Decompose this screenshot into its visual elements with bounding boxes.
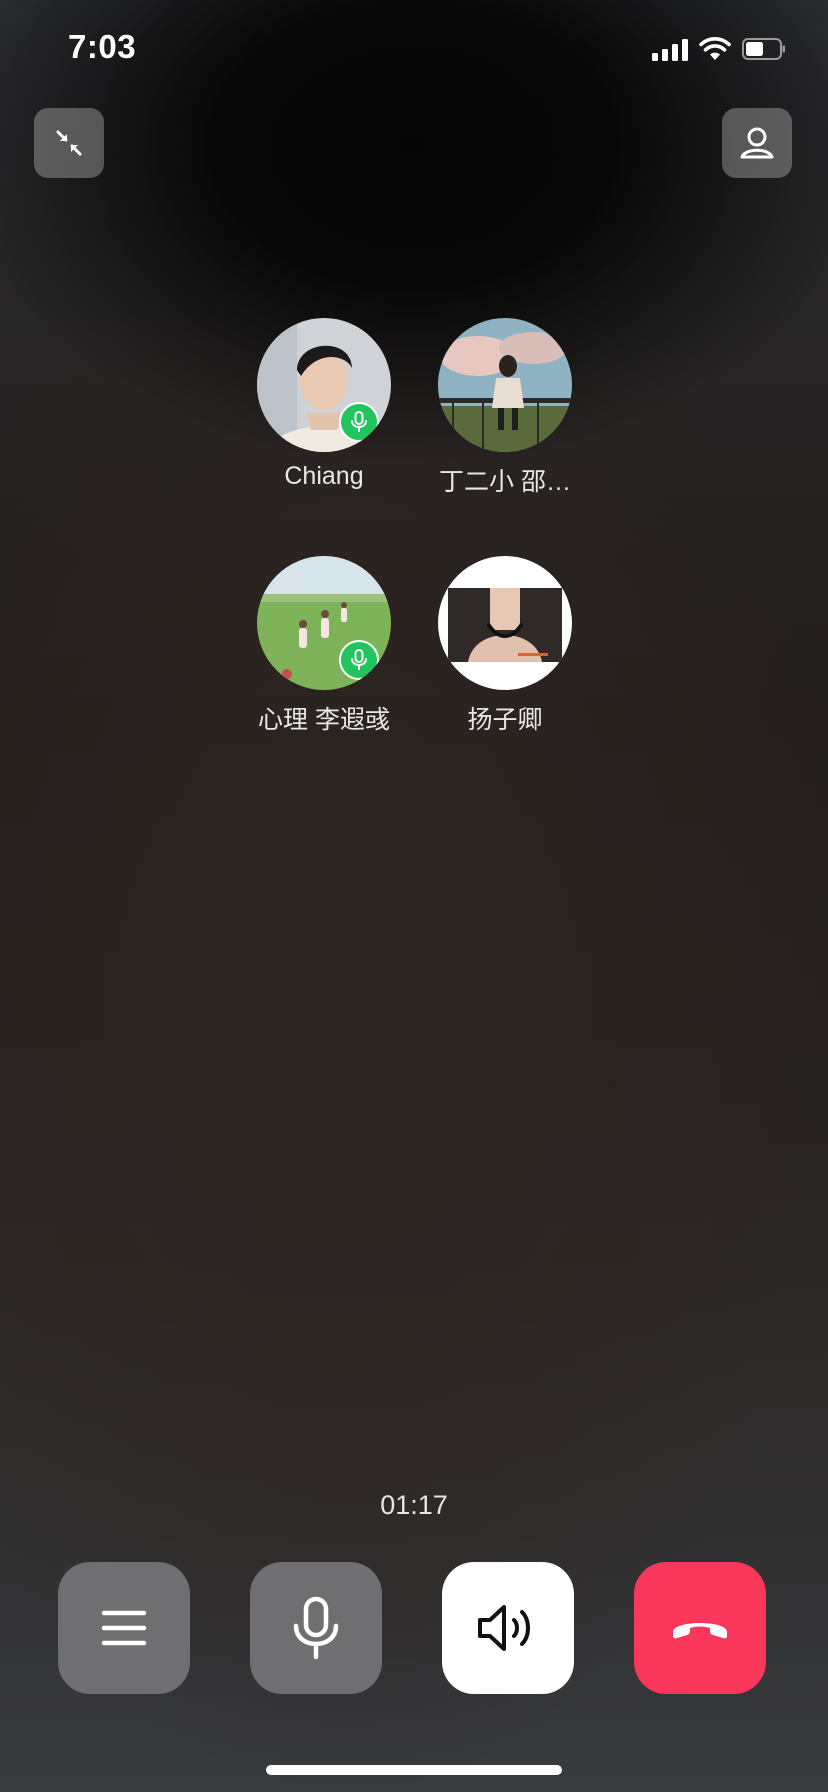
microphone-button[interactable]	[250, 1562, 382, 1694]
home-indicator	[266, 1765, 562, 1775]
wifi-icon	[699, 37, 731, 60]
participant-name: 扬子卿	[467, 706, 543, 734]
hang-up-icon	[673, 1623, 727, 1639]
person-icon	[740, 127, 774, 159]
woman-with-choker-image	[438, 556, 572, 690]
menu-button[interactable]	[58, 1562, 190, 1694]
mic-active-badge	[339, 402, 379, 442]
call-duration: 01:17	[380, 1490, 448, 1520]
hang-up-button[interactable]	[634, 1562, 766, 1694]
add-participant-button[interactable]	[722, 108, 792, 178]
participant-tile[interactable]: Chiang	[229, 318, 419, 491]
menu-icon	[101, 1610, 147, 1646]
microphone-icon	[293, 1596, 339, 1660]
avatar	[438, 556, 572, 690]
avatar	[257, 556, 391, 690]
mic-active-badge	[339, 640, 379, 680]
participant-name: 丁二小 邵…	[439, 468, 571, 496]
participant-name: 心理 李遐彧	[258, 706, 390, 734]
participant-name: Chiang	[284, 462, 364, 490]
cellular-signal-icon	[652, 39, 690, 61]
participant-tile[interactable]: 扬子卿	[410, 556, 600, 736]
girl-sitting-on-railing-image	[438, 318, 572, 452]
status-time: 7:03	[68, 28, 137, 65]
microphone-icon	[351, 649, 367, 670]
avatar	[438, 318, 572, 452]
avatar	[257, 318, 391, 452]
microphone-icon	[351, 411, 367, 432]
status-bar: 7:03	[0, 0, 828, 100]
participant-tile[interactable]: 心理 李遐彧	[229, 556, 419, 736]
speaker-icon	[478, 1605, 530, 1651]
minimize-icon	[56, 130, 82, 156]
battery-icon	[742, 38, 785, 60]
participant-tile[interactable]: 丁二小 邵…	[410, 318, 600, 498]
speaker-button[interactable]	[442, 1562, 574, 1694]
minimize-call-button[interactable]	[34, 108, 104, 178]
